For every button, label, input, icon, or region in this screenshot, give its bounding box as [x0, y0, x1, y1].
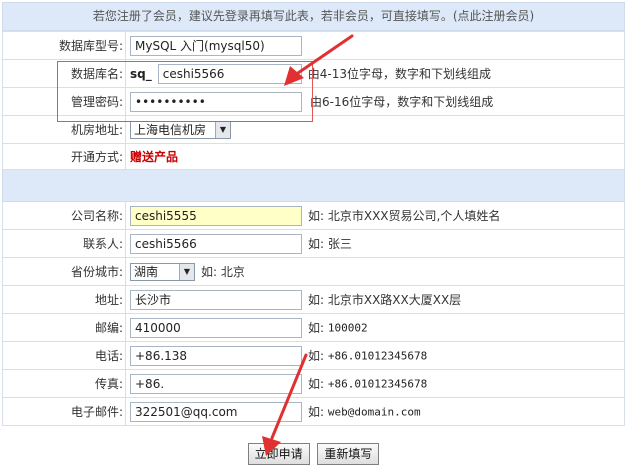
- email-hint-prefix: 如:: [308, 405, 325, 419]
- province-select-value: 湖南: [134, 264, 159, 279]
- company-hint: 如: 北京市XXX贸易公司,个人填姓名: [308, 209, 501, 223]
- phone-hint-prefix: 如:: [308, 349, 325, 363]
- db-type-row: 数据库型号: MySQL 入门(mysql50): [2, 31, 625, 60]
- chevron-down-icon[interactable]: ▼: [215, 121, 230, 138]
- order-form: 若您注册了会员，建议先登录再填写此表，若非会员，可直接填写。(点此注册会员) 数…: [2, 2, 625, 473]
- room-select[interactable]: 上海电信机房 ▼: [130, 120, 231, 139]
- company-input[interactable]: ceshi5555: [130, 205, 302, 226]
- city-hint: 如: 北京: [201, 265, 245, 279]
- db-name-prefix: sq_: [130, 66, 152, 81]
- password-label: 管理密码:: [2, 87, 126, 116]
- member-notice[interactable]: 若您注册了会员，建议先登录再填写此表，若非会员，可直接填写。(点此注册会员): [2, 2, 625, 31]
- phone-row: 电话: +86.138 如: +86.01012345678: [2, 341, 625, 370]
- person-row: 联系人: ceshi5566 如: 张三: [2, 229, 625, 258]
- person-input[interactable]: ceshi5566: [130, 233, 302, 254]
- db-name-label: 数据库名:: [2, 59, 126, 88]
- email-row: 电子邮件: 322501@qq.com 如: web@domain.com: [2, 397, 625, 426]
- fax-row: 传真: +86. 如: +86.01012345678: [2, 369, 625, 398]
- db-name-hint: 由4-13位字母，数字和下划线组成: [307, 67, 491, 81]
- email-label: 电子邮件:: [2, 397, 126, 426]
- phone-label: 电话:: [2, 341, 126, 370]
- person-label: 联系人:: [2, 229, 126, 258]
- reset-button[interactable]: 重新填写: [317, 443, 380, 465]
- submit-button[interactable]: 立即申请: [247, 443, 310, 465]
- zip-input[interactable]: 410000: [130, 317, 302, 338]
- mode-row: 开通方式: 赠送产品: [2, 143, 625, 170]
- chevron-down-icon[interactable]: ▼: [179, 263, 194, 280]
- person-hint: 如: 张三: [308, 237, 352, 251]
- address-input[interactable]: 长沙市: [130, 289, 302, 310]
- password-hint: 由6-16位字母，数字和下划线组成: [310, 95, 494, 109]
- db-name-input[interactable]: ceshi5566: [157, 63, 302, 84]
- section-divider: [2, 169, 625, 202]
- zip-label: 邮编:: [2, 313, 126, 342]
- db-name-row: 数据库名: sq_ ceshi5566 由4-13位字母，数字和下划线组成: [2, 59, 625, 88]
- mode-label: 开通方式:: [2, 143, 126, 170]
- password-input[interactable]: ••••••••••: [130, 91, 302, 112]
- email-input[interactable]: 322501@qq.com: [130, 401, 302, 422]
- db-type-label: 数据库型号:: [2, 31, 126, 60]
- fax-label: 传真:: [2, 369, 126, 398]
- password-row: 管理密码: •••••••••• 由6-16位字母，数字和下划线组成: [2, 87, 625, 116]
- mode-value: 赠送产品: [130, 150, 179, 164]
- city-label: 省份城市:: [2, 257, 126, 286]
- email-hint: web@domain.com: [327, 405, 421, 418]
- city-row: 省份城市: 湖南 ▼ 如: 北京: [2, 257, 625, 286]
- fax-hint: +86.01012345678: [327, 377, 428, 390]
- fax-hint-prefix: 如:: [308, 377, 325, 391]
- zip-row: 邮编: 410000 如: 100002: [2, 313, 625, 342]
- button-bar: 立即申请 重新填写: [2, 443, 625, 465]
- room-label: 机房地址:: [2, 115, 126, 144]
- address-row: 地址: 长沙市 如: 北京市XX路XX大厦XX层: [2, 285, 625, 314]
- phone-input[interactable]: +86.138: [130, 345, 302, 366]
- form-table: 数据库型号: MySQL 入门(mysql50) 数据库名: sq_ ceshi5…: [2, 31, 625, 426]
- zip-hint-prefix: 如:: [308, 321, 325, 335]
- room-row: 机房地址: 上海电信机房 ▼: [2, 115, 625, 144]
- company-row: 公司名称: ceshi5555 如: 北京市XXX贸易公司,个人填姓名: [2, 201, 625, 230]
- room-select-value: 上海电信机房: [134, 122, 207, 137]
- db-type-field[interactable]: MySQL 入门(mysql50): [130, 35, 302, 56]
- address-hint: 如: 北京市XX路XX大厦XX层: [308, 293, 462, 307]
- company-label: 公司名称:: [2, 201, 126, 230]
- address-label: 地址:: [2, 285, 126, 314]
- phone-hint: +86.01012345678: [327, 349, 428, 362]
- fax-input[interactable]: +86.: [130, 373, 302, 394]
- province-select[interactable]: 湖南 ▼: [130, 262, 195, 281]
- zip-hint: 100002: [327, 321, 368, 334]
